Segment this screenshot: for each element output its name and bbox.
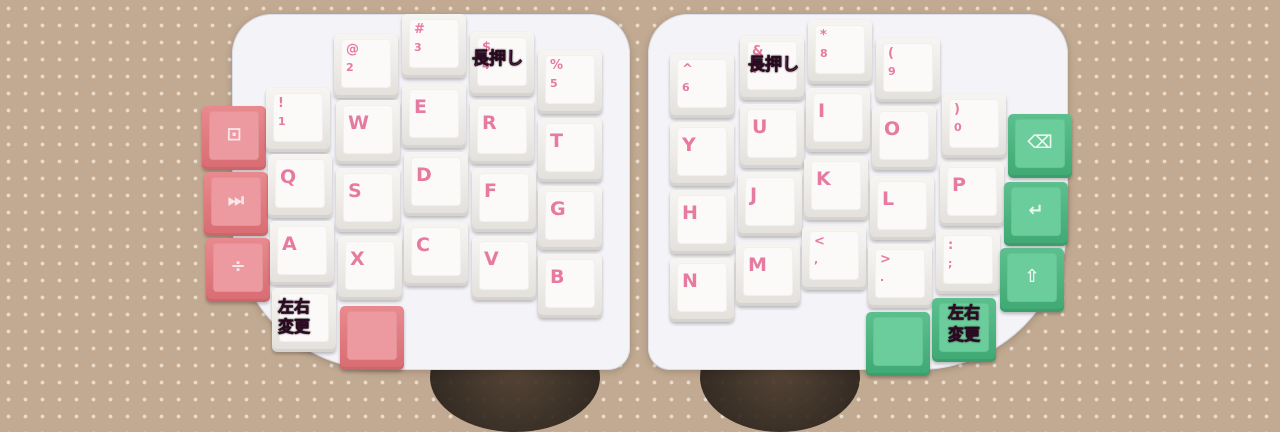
- key-semicolon[interactable]: : ;: [936, 230, 1000, 294]
- swap-label-left-line1: 左右: [278, 297, 311, 316]
- keyboard-photo: ⊡ ⏭ ÷ ! 1 Q A @ 2 W S X # 3 E D C $ 4 R …: [0, 0, 1280, 432]
- key-comma[interactable]: < ,: [802, 226, 866, 290]
- key-u[interactable]: U: [740, 104, 804, 168]
- shift-icon: ⇧: [1024, 266, 1040, 287]
- right-mod-key-2[interactable]: ↵: [1004, 182, 1068, 246]
- key-9[interactable]: ( 9: [876, 38, 940, 102]
- divide-icon: ÷: [230, 256, 246, 277]
- key-right-thumb[interactable]: [866, 312, 930, 376]
- right-keyboard-half: ^ 6 Y H N & 7 U J M * 8 I K < , (9 O L …: [0, 0, 1280, 403]
- right-mod-key-3[interactable]: ⇧: [1000, 248, 1064, 312]
- long-press-label-left: 長押し: [472, 49, 524, 69]
- key-p[interactable]: P: [940, 162, 1004, 226]
- key-n[interactable]: N: [670, 258, 734, 322]
- key-y[interactable]: Y: [670, 122, 734, 186]
- key-l[interactable]: L: [870, 176, 934, 240]
- key-o[interactable]: O: [872, 106, 936, 170]
- key-j[interactable]: J: [738, 172, 802, 236]
- swap-label-left-line2: 変更: [278, 317, 311, 336]
- swap-label-right-line1: 左右: [948, 303, 981, 322]
- key-0[interactable]: ) 0: [942, 94, 1006, 158]
- right-mod-key-1[interactable]: ⌫: [1008, 114, 1072, 178]
- long-press-label-right: 長押し: [748, 55, 800, 75]
- backspace-icon: ⌫: [1027, 132, 1053, 153]
- key-i[interactable]: I: [806, 88, 870, 152]
- media-icon: ⏭: [227, 190, 245, 211]
- mode-icon: ⊡: [226, 124, 242, 145]
- swap-label-right-line2: 変更: [948, 325, 981, 344]
- key-period[interactable]: > .: [868, 244, 932, 308]
- key-h[interactable]: H: [670, 190, 734, 254]
- key-6[interactable]: ^ 6: [670, 54, 734, 118]
- key-m[interactable]: M: [736, 242, 800, 306]
- key-k[interactable]: K: [804, 156, 868, 220]
- key-8[interactable]: * 8: [808, 20, 872, 84]
- enter-icon: ↵: [1028, 200, 1044, 221]
